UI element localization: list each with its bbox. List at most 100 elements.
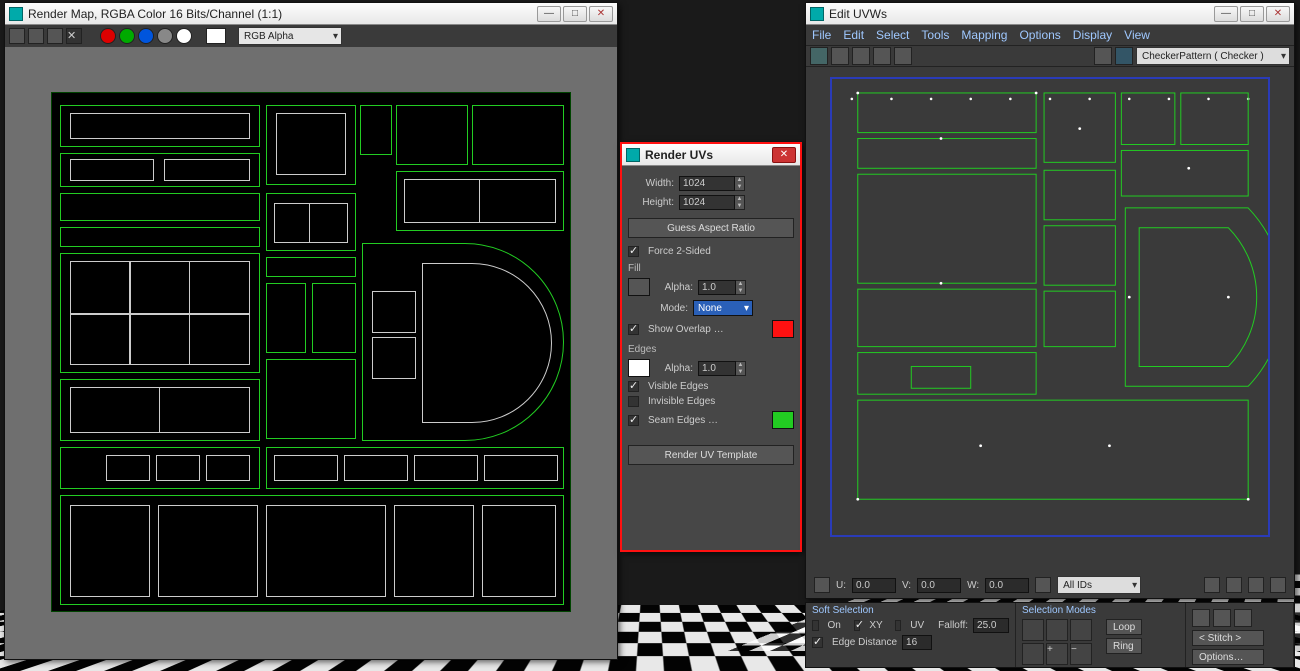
element-mode-icon[interactable] bbox=[1022, 643, 1044, 665]
minimize-button[interactable]: — bbox=[537, 6, 561, 22]
stitch-button[interactable]: < Stitch > bbox=[1192, 630, 1264, 646]
menu-tools[interactable]: Tools bbox=[921, 28, 949, 42]
maximize-button[interactable]: □ bbox=[1240, 6, 1264, 22]
edge-distance-checkbox[interactable] bbox=[812, 637, 823, 648]
pan-icon[interactable] bbox=[1204, 577, 1220, 593]
channel-mono-icon[interactable] bbox=[157, 28, 173, 44]
zoom-region-icon[interactable] bbox=[1248, 577, 1264, 593]
close-button[interactable]: ✕ bbox=[772, 147, 796, 163]
maximize-button[interactable]: □ bbox=[563, 6, 587, 22]
w-input[interactable] bbox=[985, 578, 1029, 593]
seam-edges-checkbox[interactable] bbox=[628, 415, 639, 426]
edges-alpha-input[interactable] bbox=[698, 361, 736, 376]
invisible-edges-checkbox[interactable] bbox=[628, 396, 639, 407]
menu-options[interactable]: Options bbox=[1019, 28, 1060, 42]
selection-modes-title: Selection Modes bbox=[1022, 605, 1179, 616]
spinner-arrows-icon[interactable]: ▲▼ bbox=[735, 176, 745, 191]
channel-dropdown[interactable]: RGB Alpha bbox=[238, 27, 342, 45]
render-uvs-titlebar[interactable]: Render UVs ✕ bbox=[622, 144, 800, 166]
menu-mapping[interactable]: Mapping bbox=[961, 28, 1007, 42]
width-input[interactable] bbox=[679, 176, 735, 191]
guess-aspect-button[interactable]: Guess Aspect Ratio bbox=[628, 218, 794, 238]
minimize-button[interactable]: — bbox=[1214, 6, 1238, 22]
save-icon[interactable] bbox=[9, 28, 25, 44]
close-button[interactable]: ✕ bbox=[1266, 6, 1290, 22]
edit-uvws-statusbar: U: V: W: All IDs bbox=[810, 575, 1290, 595]
channel-red-icon[interactable] bbox=[100, 28, 116, 44]
seam-color-swatch[interactable] bbox=[772, 411, 794, 429]
close-button[interactable]: ✕ bbox=[589, 6, 613, 22]
color-swatch[interactable] bbox=[206, 28, 226, 44]
break-icon[interactable] bbox=[1213, 609, 1231, 627]
weld-icon[interactable] bbox=[1192, 609, 1210, 627]
falloff-input[interactable] bbox=[973, 618, 1009, 633]
zoom-icon[interactable] bbox=[1226, 577, 1242, 593]
height-input[interactable] bbox=[679, 195, 735, 210]
edges-color-swatch[interactable] bbox=[628, 359, 650, 377]
copy-icon[interactable] bbox=[28, 28, 44, 44]
visible-edges-checkbox[interactable] bbox=[628, 381, 639, 392]
render-uvs-dialog: Render UVs ✕ Width: ▲▼ Height: ▲▼ Guess … bbox=[620, 142, 802, 552]
fill-color-swatch[interactable] bbox=[628, 278, 650, 296]
edit-uvws-titlebar[interactable]: Edit UVWs — □ ✕ bbox=[806, 3, 1294, 25]
detach-icon[interactable] bbox=[1234, 609, 1252, 627]
options-button[interactable]: Options… bbox=[1192, 649, 1264, 665]
minus-mode-icon[interactable]: − bbox=[1070, 643, 1092, 665]
fill-alpha-spinner[interactable]: ▲▼ bbox=[698, 280, 746, 295]
invisible-edges-label: Invisible Edges bbox=[648, 396, 715, 407]
channel-alpha-icon[interactable] bbox=[176, 28, 192, 44]
spinner-arrows-icon[interactable]: ▲▼ bbox=[736, 280, 746, 295]
render-uv-template-button[interactable]: Render UV Template bbox=[628, 445, 794, 465]
soft-on-checkbox[interactable] bbox=[812, 620, 819, 631]
delete-icon[interactable]: ✕ bbox=[66, 28, 82, 44]
spinner-arrows-icon[interactable]: ▲▼ bbox=[735, 195, 745, 210]
freeform-tool-icon[interactable] bbox=[873, 47, 891, 65]
scale-tool-icon[interactable] bbox=[852, 47, 870, 65]
ids-dropdown[interactable]: All IDs bbox=[1057, 576, 1141, 594]
v-input[interactable] bbox=[917, 578, 961, 593]
channel-green-icon[interactable] bbox=[119, 28, 135, 44]
plus-mode-icon[interactable]: + bbox=[1046, 643, 1068, 665]
menu-file[interactable]: File bbox=[812, 28, 831, 42]
rotate-tool-icon[interactable] bbox=[831, 47, 849, 65]
width-spinner[interactable]: ▲▼ bbox=[679, 176, 745, 191]
mode-dropdown[interactable]: None bbox=[693, 300, 753, 316]
menu-view[interactable]: View bbox=[1124, 28, 1150, 42]
width-label: Width: bbox=[628, 178, 674, 189]
channel-blue-icon[interactable] bbox=[138, 28, 154, 44]
ring-button[interactable]: Ring bbox=[1106, 638, 1142, 654]
spinner-arrows-icon[interactable]: ▲▼ bbox=[736, 361, 746, 376]
brush-icon[interactable] bbox=[1035, 577, 1051, 593]
menu-edit[interactable]: Edit bbox=[843, 28, 864, 42]
edges-alpha-spinner[interactable]: ▲▼ bbox=[698, 361, 746, 376]
fill-alpha-label: Alpha: bbox=[655, 282, 693, 293]
u-input[interactable] bbox=[852, 578, 896, 593]
show-overlap-checkbox[interactable] bbox=[628, 324, 639, 335]
render-map-canvas[interactable] bbox=[51, 92, 571, 612]
render-map-titlebar[interactable]: Render Map, RGBA Color 16 Bits/Channel (… bbox=[5, 3, 617, 25]
overlap-color-swatch[interactable] bbox=[772, 320, 794, 338]
edge-distance-input[interactable] bbox=[902, 635, 932, 650]
menu-display[interactable]: Display bbox=[1073, 28, 1112, 42]
move-tool-icon[interactable] bbox=[810, 47, 828, 65]
uv-toggle-icon[interactable] bbox=[1115, 47, 1133, 65]
lock-icon[interactable] bbox=[814, 577, 830, 593]
app-icon bbox=[626, 148, 640, 162]
force-2sided-checkbox[interactable] bbox=[628, 246, 639, 257]
face-mode-icon[interactable] bbox=[1070, 619, 1092, 641]
selection-mode-icons[interactable]: + − bbox=[1022, 619, 1102, 665]
vertex-mode-icon[interactable] bbox=[1022, 619, 1044, 641]
height-spinner[interactable]: ▲▼ bbox=[679, 195, 745, 210]
mirror-tool-icon[interactable] bbox=[894, 47, 912, 65]
xy-radio[interactable] bbox=[854, 620, 861, 631]
uv-radio[interactable] bbox=[895, 620, 902, 631]
texture-dropdown[interactable]: CheckerPattern ( Checker ) bbox=[1136, 47, 1290, 65]
clone-icon[interactable] bbox=[47, 28, 63, 44]
zoom-extents-icon[interactable] bbox=[1270, 577, 1286, 593]
menu-select[interactable]: Select bbox=[876, 28, 909, 42]
loop-button[interactable]: Loop bbox=[1106, 619, 1142, 635]
fill-alpha-input[interactable] bbox=[698, 280, 736, 295]
edit-uvws-viewport[interactable] bbox=[810, 69, 1290, 575]
showmap-icon[interactable] bbox=[1094, 47, 1112, 65]
edge-mode-icon[interactable] bbox=[1046, 619, 1068, 641]
